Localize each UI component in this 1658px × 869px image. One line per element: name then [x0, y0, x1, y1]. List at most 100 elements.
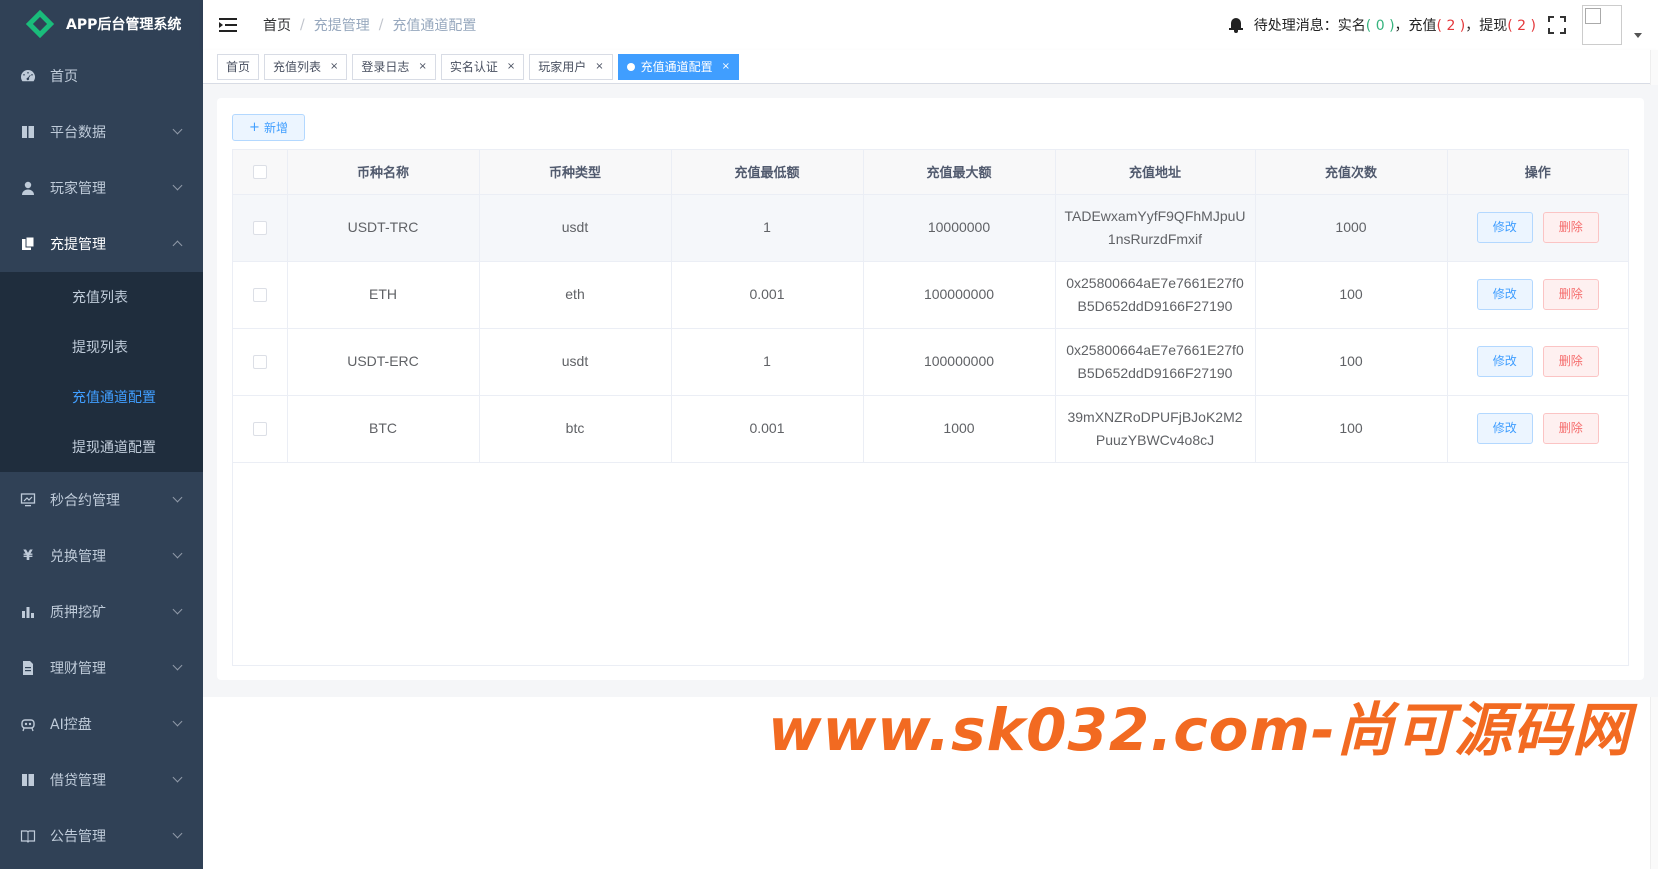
- cell-min: 1: [671, 194, 864, 262]
- edit-button[interactable]: 修改: [1476, 279, 1533, 310]
- submenu-item-withdraw-list[interactable]: 提现列表: [0, 322, 203, 372]
- table-row[interactable]: ETH eth 0.001 100000000 0x25800664aE7e76…: [233, 261, 1628, 329]
- withdraw-count: ( 2 ): [1507, 18, 1536, 34]
- row-checkbox[interactable]: [252, 422, 267, 437]
- notice-label: 待处理消息：实名: [1253, 18, 1366, 34]
- caret-down-icon[interactable]: [1634, 32, 1642, 38]
- chevron-down-icon: [172, 660, 183, 671]
- sidebar-item-announcements[interactable]: 公告管理: [0, 808, 203, 864]
- close-icon[interactable]: ×: [722, 55, 730, 79]
- user-icon: [20, 180, 36, 196]
- menu-toggle-icon[interactable]: [219, 18, 237, 32]
- delete-button[interactable]: 删除: [1542, 212, 1599, 243]
- sidebar-item-label: 首页: [50, 69, 78, 85]
- breadcrumb-home[interactable]: 首页: [263, 15, 291, 35]
- sidebar-item-loans[interactable]: 借贷管理: [0, 752, 203, 808]
- breadcrumb-separator: /: [300, 17, 305, 33]
- notice-recharge-label: ，充值: [1394, 18, 1437, 34]
- cell-name: USDT-ERC: [287, 328, 480, 396]
- select-all-checkbox[interactable]: [252, 164, 267, 179]
- app-logo[interactable]: APP后台管理系统: [0, 0, 203, 48]
- sidebar-item-label: 秒合约管理: [50, 493, 120, 509]
- table-row[interactable]: USDT-ERC usdt 1 100000000 0x25800664aE7e…: [233, 328, 1628, 396]
- submenu-item-recharge-list[interactable]: 充值列表: [0, 272, 203, 322]
- yen-icon: ¥: [23, 548, 33, 564]
- cell-address: 0x25800664aE7e7661E27f0B5D652ddD9166F271…: [1055, 261, 1256, 329]
- active-dot-icon: [626, 62, 635, 71]
- sidebar-item-players[interactable]: 玩家管理: [0, 160, 203, 216]
- chevron-down-icon: [172, 604, 183, 615]
- cell-min: 0.001: [671, 261, 864, 329]
- cell-max: 10000000: [863, 194, 1056, 262]
- column-header[interactable]: 充值地址: [1055, 150, 1256, 195]
- sidebar-item-staking-mining[interactable]: 质押挖矿: [0, 584, 203, 640]
- cell-type: eth: [479, 261, 672, 329]
- sidebar-item-wealth[interactable]: 理财管理: [0, 640, 203, 696]
- tag-recharge-channel-config[interactable]: 充值通道配置 ×: [617, 53, 740, 80]
- cell-count: 1000: [1255, 194, 1448, 262]
- submenu-deposit-withdraw: 充值列表 提现列表 充值通道配置 提现通道配置: [0, 272, 203, 472]
- delete-button[interactable]: 删除: [1542, 413, 1599, 444]
- column-header[interactable]: 充值最低额: [671, 150, 864, 195]
- pending-messages[interactable]: 待处理消息：实名( 0 )，充值( 2 )，提现( 2 ): [1254, 15, 1536, 35]
- row-checkbox[interactable]: [252, 221, 267, 236]
- delete-button[interactable]: 删除: [1542, 346, 1599, 377]
- close-icon[interactable]: ×: [418, 55, 426, 79]
- sidebar-item-label: 平台数据: [50, 125, 106, 141]
- fullscreen-icon[interactable]: [1548, 16, 1566, 34]
- breadcrumb-deposit-withdraw[interactable]: 充提管理: [314, 15, 370, 35]
- bell-icon[interactable]: [1228, 17, 1244, 33]
- submenu-item-withdraw-channel-config[interactable]: 提现通道配置: [0, 422, 203, 472]
- column-header[interactable]: 币种名称: [287, 150, 480, 195]
- add-button[interactable]: + 新增: [232, 114, 305, 141]
- app-title: APP后台管理系统: [66, 17, 182, 33]
- cell-actions: 修改 删除: [1447, 328, 1628, 396]
- channel-table: 币种名称 币种类型 充值最低额 充值最大额 充值地址 充值次数 操作 USDT-…: [232, 149, 1629, 666]
- table-row[interactable]: USDT-TRC usdt 1 10000000 TADEwxamYyfF9QF…: [233, 194, 1628, 262]
- column-header[interactable]: 充值最大额: [863, 150, 1056, 195]
- column-header[interactable]: 充值次数: [1255, 150, 1448, 195]
- submenu-item-recharge-channel-config[interactable]: 充值通道配置: [0, 372, 203, 422]
- tag-realname-auth[interactable]: 实名认证 ×: [440, 53, 525, 80]
- tag-label: 实名认证: [449, 59, 498, 74]
- monitor-icon: [20, 492, 36, 508]
- breadcrumb-separator: /: [378, 17, 384, 33]
- cell-count: 100: [1255, 328, 1448, 396]
- chevron-down-icon: [172, 828, 183, 839]
- tag-login-log[interactable]: 登录日志 ×: [352, 53, 436, 80]
- cell-name: BTC: [287, 395, 480, 463]
- breadcrumb-current: 充值通道配置: [392, 18, 477, 34]
- edit-button[interactable]: 修改: [1476, 413, 1533, 444]
- delete-button[interactable]: 删除: [1542, 279, 1599, 310]
- sidebar-item-deposit-withdraw[interactable]: 充提管理: [0, 216, 203, 272]
- cell-actions: 修改 删除: [1447, 395, 1628, 463]
- realname-count: ( 0 ): [1365, 18, 1395, 34]
- tags-view: 首页 充值列表 × 登录日志 × 实名认证 × 玩家用户 × 充值通道配置 ×: [203, 50, 1658, 84]
- header-right: 待处理消息：实名( 0 )，充值( 2 )，提现( 2 ): [1228, 0, 1658, 50]
- cell-actions: 修改 删除: [1447, 194, 1628, 262]
- tag-label: 玩家用户: [538, 59, 587, 74]
- sidebar-item-platform-data[interactable]: 平台数据: [0, 104, 203, 160]
- cell-actions: 修改 删除: [1447, 261, 1628, 329]
- sidebar-item-second-contract[interactable]: 秒合约管理: [0, 472, 203, 528]
- close-icon[interactable]: ×: [330, 55, 338, 79]
- sidebar-item-label: 借贷管理: [50, 773, 106, 789]
- column-header[interactable]: 币种类型: [479, 150, 672, 195]
- row-checkbox[interactable]: [252, 355, 267, 370]
- close-icon[interactable]: ×: [595, 55, 603, 79]
- edit-button[interactable]: 修改: [1476, 212, 1533, 243]
- tag-recharge-list[interactable]: 充值列表 ×: [264, 53, 348, 80]
- tag-player-users[interactable]: 玩家用户 ×: [529, 53, 613, 80]
- cell-type: usdt: [479, 328, 672, 396]
- edit-button[interactable]: 修改: [1476, 346, 1533, 377]
- sidebar-item-ai-control[interactable]: AI控盘: [0, 696, 203, 752]
- column-header: 操作: [1447, 150, 1628, 195]
- table-row[interactable]: BTC btc 0.001 1000 39mXNZRoDPUFjBJoK2M2P…: [233, 395, 1628, 463]
- row-checkbox[interactable]: [252, 288, 267, 303]
- sidebar-item-exchange[interactable]: ¥ 兑换管理: [0, 528, 203, 584]
- plus-icon: +: [249, 120, 260, 135]
- tag-home[interactable]: 首页: [217, 53, 260, 80]
- avatar[interactable]: [1582, 5, 1622, 45]
- sidebar-item-home[interactable]: 首页: [0, 48, 203, 104]
- close-icon[interactable]: ×: [507, 55, 515, 79]
